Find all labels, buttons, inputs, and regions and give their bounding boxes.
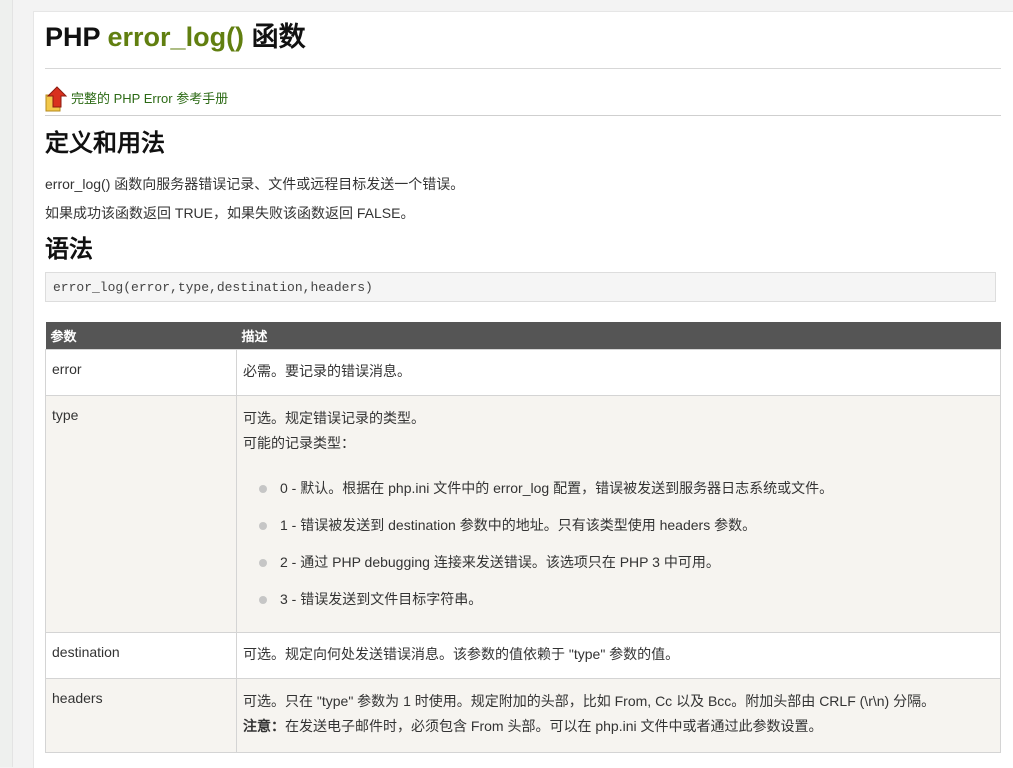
list-item: 3 - 错误发送到文件目标字符串。 — [257, 581, 994, 618]
type-description: 可选。规定错误记录的类型。 — [243, 410, 425, 426]
arrow-up-folder-icon[interactable] — [45, 85, 69, 113]
headers-note: 注意：在发送电子邮件时，必须包含 From 头部。可以在 php.ini 文件中… — [243, 712, 994, 741]
reference-manual-link[interactable]: 完整的 PHP Error 参考手册 — [71, 88, 228, 107]
param-description: 可选。规定错误记录的类型。 可能的记录类型： 0 - 默认。根据在 php.in… — [236, 395, 1001, 633]
parameters-table: 参数 描述 error 必需。要记录的错误消息。 type 可选。规定错误记录的… — [45, 322, 1001, 753]
list-item: 2 - 通过 PHP debugging 连接来发送错误。该选项只在 PHP 3… — [257, 544, 994, 581]
param-description: 可选。规定向何处发送错误消息。该参数的值依赖于 "type" 参数的值。 — [236, 632, 1001, 679]
main-content: PHP error_log() 函数 完整的 PHP Error 参考手册 定义… — [45, 12, 1001, 753]
return-value-text: 如果成功该函数返回 TRUE，如果失败该函数返回 FALSE。 — [45, 205, 415, 221]
param-description: 可选。只在 "type" 参数为 1 时使用。规定附加的头部，比如 From, … — [236, 678, 1001, 753]
type-options-label: 可能的记录类型： — [243, 435, 355, 451]
title-function-name: error_log() — [107, 22, 245, 52]
param-name: destination — [45, 632, 237, 679]
header-divider — [45, 115, 1001, 116]
column-header-description: 描述 — [236, 322, 1001, 350]
param-name: headers — [45, 678, 237, 753]
table-header-row: 参数 描述 — [45, 322, 1001, 350]
table-row: headers 可选。只在 "type" 参数为 1 时使用。规定附加的头部，比… — [45, 678, 1001, 753]
title-prefix: PHP — [45, 22, 108, 52]
list-item: 0 - 默认。根据在 php.ini 文件中的 error_log 配置，错误被… — [257, 470, 994, 507]
param-description: 必需。要记录的错误消息。 — [236, 349, 1001, 396]
syntax-code-block: error_log(error,type,destination,headers… — [45, 272, 996, 302]
page-title: PHP error_log() 函数 — [45, 18, 1001, 56]
title-suffix: 函数 — [244, 22, 306, 52]
definition-text: error_log() 函数向服务器错误记录、文件或远程目标发送一个错误。 — [45, 176, 465, 192]
param-name: error — [45, 349, 237, 396]
table-row: type 可选。规定错误记录的类型。 可能的记录类型： 0 - 默认。根据在 p… — [45, 395, 1001, 633]
table-row: error 必需。要记录的错误消息。 — [45, 349, 1001, 396]
left-sidebar-strip — [0, 0, 13, 767]
back-to-reference: 完整的 PHP Error 参考手册 — [45, 69, 1001, 113]
column-header-parameter: 参数 — [45, 322, 237, 350]
section-heading-syntax: 语法 — [45, 236, 93, 263]
list-item: 1 - 错误被发送到 destination 参数中的地址。只有该类型使用 he… — [257, 507, 994, 544]
type-options-list: 0 - 默认。根据在 php.ini 文件中的 error_log 配置，错误被… — [243, 470, 994, 618]
note-label: 注意： — [243, 718, 285, 734]
param-name: type — [45, 395, 237, 633]
table-row: destination 可选。规定向何处发送错误消息。该参数的值依赖于 "typ… — [45, 632, 1001, 679]
content-page: PHP error_log() 函数 完整的 PHP Error 参考手册 定义… — [33, 11, 1013, 768]
headers-description: 可选。只在 "type" 参数为 1 时使用。规定附加的头部，比如 From, … — [243, 693, 936, 709]
section-heading-definition: 定义和用法 — [45, 130, 165, 157]
note-text: 在发送电子邮件时，必须包含 From 头部。可以在 php.ini 文件中或者通… — [285, 718, 823, 734]
